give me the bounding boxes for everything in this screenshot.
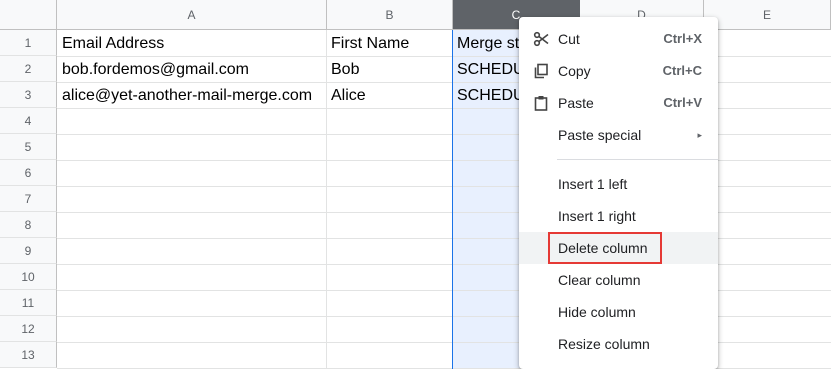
scissors-icon (533, 31, 549, 47)
menu-item-insert-left[interactable]: Insert 1 left (519, 168, 718, 200)
menu-item-cut-label: Cut (558, 31, 580, 47)
menu-item-paste-special[interactable]: Paste special ▸ (519, 119, 718, 151)
menu-item-copy[interactable]: Copy Ctrl+C (519, 55, 718, 87)
cell-b2[interactable]: Bob (327, 57, 452, 83)
menu-divider (557, 159, 718, 160)
row-header-8[interactable]: 8 (0, 212, 57, 238)
row-header-11[interactable]: 11 (0, 290, 57, 316)
menu-item-cut-shortcut: Ctrl+X (663, 31, 702, 46)
row-header-2[interactable]: 2 (0, 56, 57, 82)
row-header-13[interactable]: 13 (0, 342, 57, 368)
menu-item-clear-column[interactable]: Clear column (519, 264, 718, 296)
menu-item-hide-column[interactable]: Hide column (519, 296, 718, 328)
cell-a1[interactable]: Email Address (58, 31, 326, 57)
menu-item-paste-shortcut: Ctrl+V (663, 95, 702, 110)
cell-a3[interactable]: alice@yet-another-mail-merge.com (58, 83, 326, 109)
column-header-e[interactable]: E (704, 0, 831, 30)
cell-c1[interactable]: Merge st (453, 31, 519, 57)
menu-item-copy-label: Copy (558, 63, 591, 79)
menu-item-paste-special-label: Paste special (558, 127, 642, 143)
menu-item-copy-shortcut: Ctrl+C (662, 63, 702, 78)
row-header-1[interactable]: 1 (0, 30, 57, 56)
submenu-arrow-icon: ▸ (697, 130, 702, 140)
menu-item-clear-column-label: Clear column (558, 272, 641, 288)
clipboard-icon (533, 95, 549, 111)
cell-b3[interactable]: Alice (327, 83, 452, 109)
row-header-9[interactable]: 9 (0, 238, 57, 264)
row-header-3[interactable]: 3 (0, 82, 57, 108)
menu-item-hide-column-label: Hide column (558, 304, 636, 320)
menu-item-cut[interactable]: Cut Ctrl+X (519, 23, 718, 55)
row-header-6[interactable]: 6 (0, 160, 57, 186)
row-header-5[interactable]: 5 (0, 134, 57, 160)
menu-item-resize-column-label: Resize column (558, 336, 650, 352)
highlight-annotation-box (548, 232, 662, 264)
menu-item-insert-right[interactable]: Insert 1 right (519, 200, 718, 232)
row-header-7[interactable]: 7 (0, 186, 57, 212)
menu-item-insert-right-label: Insert 1 right (558, 208, 636, 224)
copy-icon (533, 63, 549, 79)
menu-item-insert-left-label: Insert 1 left (558, 176, 628, 192)
menu-item-paste[interactable]: Paste Ctrl+V (519, 87, 718, 119)
select-all-corner[interactable] (0, 0, 57, 30)
column-header-b[interactable]: B (327, 0, 453, 30)
cell-c2[interactable]: SCHEDU (453, 57, 519, 83)
row-header-4[interactable]: 4 (0, 108, 57, 134)
row-header-12[interactable]: 12 (0, 316, 57, 342)
cell-c3[interactable]: SCHEDU (453, 83, 519, 109)
column-header-a[interactable]: A (57, 0, 327, 30)
column-context-menu: Cut Ctrl+X Copy Ctrl+C Paste Ctrl+V Past… (519, 17, 718, 369)
cell-b1[interactable]: First Name (327, 31, 452, 57)
menu-item-paste-label: Paste (558, 95, 594, 111)
row-header-10[interactable]: 10 (0, 264, 57, 290)
menu-item-resize-column[interactable]: Resize column (519, 328, 718, 360)
cell-a2[interactable]: bob.fordemos@gmail.com (58, 57, 326, 83)
